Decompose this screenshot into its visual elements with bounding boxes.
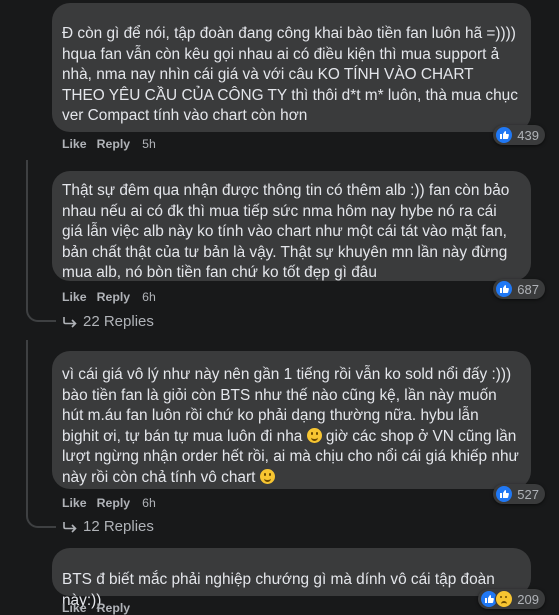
sad-reaction-icon xyxy=(495,590,514,608)
reaction-number: 527 xyxy=(517,486,539,502)
comment-bubble: Thật sự đêm qua nhận được thông tin có t… xyxy=(52,171,531,281)
comment-actions: Like Reply 5h xyxy=(62,137,156,151)
reaction-count[interactable]: 439 xyxy=(493,125,545,145)
comment-2: Thật sự đêm qua nhận được thông tin có t… xyxy=(52,171,545,299)
comment-bubble: vì cái giá vô lý như này nên gần 1 tiếng… xyxy=(52,351,531,489)
timestamp[interactable]: 5h xyxy=(142,137,156,151)
reaction-number: 439 xyxy=(517,127,539,143)
reaction-count[interactable]: 687 xyxy=(493,279,545,299)
timestamp[interactable]: 6h xyxy=(142,290,156,304)
thread-line xyxy=(26,340,28,516)
replies-label: 12 Replies xyxy=(83,518,154,535)
reaction-number: 209 xyxy=(517,591,539,607)
reply-button[interactable]: Reply xyxy=(97,137,131,151)
comment-actions: Like Reply 6h xyxy=(62,290,156,304)
comment-3: vì cái giá vô lý như này nên gần 1 tiếng… xyxy=(52,351,545,504)
reply-arrow-icon xyxy=(63,316,77,328)
comment-bubble: BTS đ biết mắc phải nghiệp chướng gì mà … xyxy=(52,548,531,609)
smile-emoji-icon xyxy=(306,427,322,443)
thread-curve xyxy=(26,306,56,322)
smile-emoji-icon xyxy=(259,468,275,484)
comment-1: Đ còn gì để nói, tập đoàn đang công khai… xyxy=(52,3,545,145)
view-replies-button[interactable]: 12 Replies xyxy=(63,518,154,535)
thread-curve xyxy=(26,512,56,528)
like-reaction-icon xyxy=(495,126,514,144)
replies-label: 22 Replies xyxy=(83,313,154,330)
comment-text: Đ còn gì để nói, tập đoàn đang công khai… xyxy=(62,25,518,124)
reply-button[interactable]: Reply xyxy=(97,496,131,510)
reaction-number: 687 xyxy=(517,281,539,297)
thread-line xyxy=(26,160,28,310)
comment-text: Thật sự đêm qua nhận được thông tin có t… xyxy=(62,182,510,281)
comment-bubble: Đ còn gì để nói, tập đoàn đang công khai… xyxy=(52,3,531,132)
reply-button[interactable]: Reply xyxy=(97,290,131,304)
comment-4: BTS đ biết mắc phải nghiệp chướng gì mà … xyxy=(52,548,545,609)
like-button[interactable]: Like xyxy=(62,137,87,151)
like-button[interactable]: Like xyxy=(62,290,87,304)
like-reaction-icon xyxy=(495,280,514,298)
reaction-count[interactable]: 527 xyxy=(493,484,545,504)
like-button[interactable]: Like xyxy=(62,496,87,510)
timestamp[interactable]: 6h xyxy=(142,496,156,510)
like-reaction-icon xyxy=(495,485,514,503)
comment-actions: Like Reply 6h xyxy=(62,496,156,510)
reply-arrow-icon xyxy=(63,521,77,533)
reaction-count[interactable]: 209 xyxy=(478,589,545,609)
view-replies-button[interactable]: 22 Replies xyxy=(63,313,154,330)
comment-text: vì cái giá vô lý như này nên gần 1 tiếng… xyxy=(62,365,519,488)
